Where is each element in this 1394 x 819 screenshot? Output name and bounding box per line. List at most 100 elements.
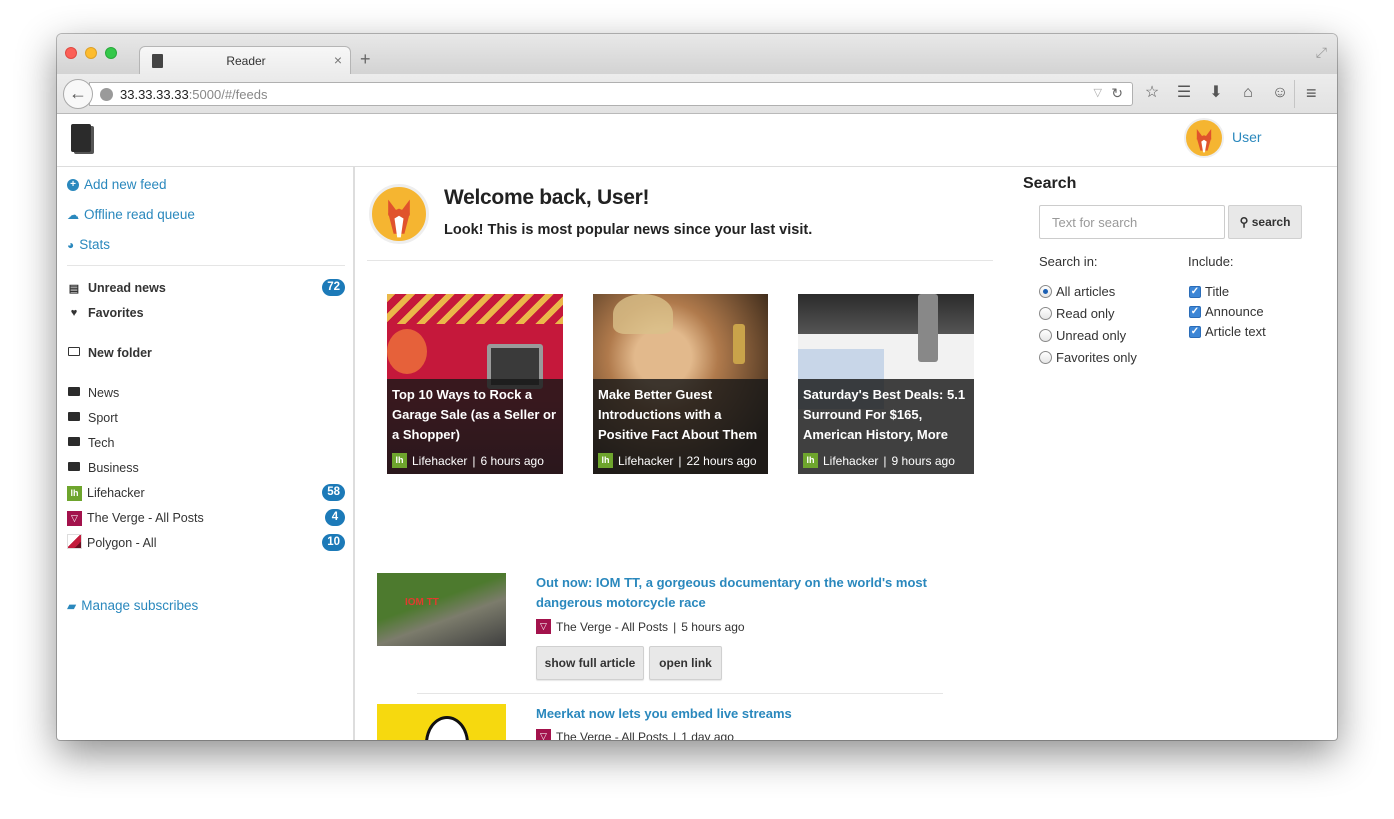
checkbox-title[interactable]: ✓ Title <box>1189 284 1229 299</box>
popular-card[interactable]: Saturday's Best Deals: 5.1 Surround For … <box>798 294 974 474</box>
sidebar-item-label: The Verge - All Posts <box>87 511 204 525</box>
radio-all-articles[interactable]: All articles <box>1039 284 1115 299</box>
sidebar-item-feed[interactable]: lh Lifehacker 58 <box>67 483 345 503</box>
stats-link[interactable]: ◕ Stats <box>67 237 110 252</box>
article-divider <box>417 693 943 694</box>
sidebar-item-folder[interactable]: Tech <box>67 433 345 453</box>
radio-read-only[interactable]: Read only <box>1039 306 1115 321</box>
fullscreen-icon[interactable]: ⤢ <box>1316 44 1327 61</box>
folder-icon <box>67 412 81 424</box>
welcome-heading: Welcome back, User! <box>444 186 650 209</box>
sidebar-item-feed[interactable]: Polygon - All 10 <box>67 533 345 553</box>
sidebar-item-label: Lifehacker <box>87 486 145 500</box>
newspaper-icon: ▤ <box>68 282 80 295</box>
browser-window: Reader × + ⤢ 33.33.33.33:5000/#/feeds ▽ … <box>57 34 1337 740</box>
open-link-button[interactable]: open link <box>649 646 722 680</box>
nav-divider <box>1294 80 1295 108</box>
sidebar-item-folder[interactable]: News <box>67 383 345 403</box>
back-button[interactable]: ← <box>63 79 93 109</box>
hamburger-menu-icon[interactable]: ≡ <box>1306 83 1317 104</box>
sidebar-item-favorites[interactable]: ♥ Favorites <box>67 303 345 323</box>
radio-favorites-only[interactable]: Favorites only <box>1039 350 1137 365</box>
article-thumbnail[interactable]: IOM TT <box>377 573 506 646</box>
sidebar-item-folder[interactable]: Business <box>67 458 345 478</box>
article-title-link[interactable]: Meerkat now lets you embed live streams <box>536 704 986 724</box>
search-button[interactable]: ⚲ search <box>1228 205 1302 239</box>
reload-icon[interactable]: ↻ <box>1111 85 1123 102</box>
sidebar-item-folder[interactable]: Sport <box>67 408 345 428</box>
window-close-button[interactable] <box>65 47 77 59</box>
feed-count-badge: 10 <box>322 534 345 551</box>
folder-icon <box>67 387 81 399</box>
user-menu-link[interactable]: User <box>1232 129 1262 145</box>
article-item: Meerkat now lets you embed live streams … <box>377 704 997 740</box>
search-input[interactable] <box>1039 205 1225 239</box>
article-title-link[interactable]: Out now: IOM TT, a gorgeous documentary … <box>536 573 986 613</box>
article-thumbnail[interactable] <box>377 704 506 740</box>
manage-subscribes-link[interactable]: ▰ Manage subscribes <box>67 598 198 613</box>
tab-close-icon[interactable]: × <box>334 52 342 68</box>
feed-count-badge: 4 <box>325 509 345 526</box>
card-source: Lifehacker <box>412 453 468 468</box>
url-dropdown-icon[interactable]: ▽ <box>1094 86 1102 99</box>
card-source: Lifehacker <box>823 453 879 468</box>
lifehacker-icon: lh <box>803 453 818 468</box>
card-time: 9 hours ago <box>891 453 955 468</box>
radio-button[interactable] <box>1039 307 1052 320</box>
browser-tab[interactable]: Reader × <box>139 46 351 75</box>
main-content: Welcome back, User! Look! This is most p… <box>357 167 1007 740</box>
sidebar-item-feed[interactable]: ▽ The Verge - All Posts 4 <box>67 508 345 528</box>
sidebar-item-label: New folder <box>88 346 152 360</box>
home-icon[interactable]: ⌂ <box>1238 83 1258 103</box>
card-title[interactable]: Make Better Guest Introductions with a P… <box>598 385 763 445</box>
chat-icon[interactable]: ☺ <box>1270 83 1290 103</box>
title-bar: Reader × + ⤢ <box>57 34 1337 75</box>
sidebar: + Add new feed ☁ Offline read queue ◕ St… <box>57 167 355 740</box>
sidebar-item-label: Business <box>88 461 139 475</box>
search-icon: ⚲ <box>1239 215 1249 229</box>
sidebar-item-unread[interactable]: ▤ Unread news 72 <box>67 278 345 298</box>
sidebar-item-label: Sport <box>88 411 118 425</box>
bookmark-star-icon[interactable]: ☆ <box>1142 83 1162 103</box>
book-icon: ▰ <box>67 598 77 613</box>
radio-button[interactable] <box>1039 329 1052 342</box>
card-title[interactable]: Top 10 Ways to Rock a Garage Sale (as a … <box>392 385 558 445</box>
add-feed-label: Add new feed <box>84 177 167 192</box>
show-full-article-button[interactable]: show full article <box>536 646 644 680</box>
fox-icon <box>388 199 410 238</box>
card-source: Lifehacker <box>618 453 674 468</box>
checkbox-announce[interactable]: ✓ Announce <box>1189 304 1264 319</box>
verge-icon: ▽ <box>536 729 551 740</box>
window-maximize-button[interactable] <box>105 47 117 59</box>
user-avatar[interactable] <box>1184 118 1224 158</box>
checkbox[interactable]: ✓ <box>1189 285 1201 298</box>
popular-card[interactable]: Make Better Guest Introductions with a P… <box>593 294 768 474</box>
thumb-label: IOM TT <box>405 597 439 608</box>
popular-card[interactable]: Top 10 Ways to Rock a Garage Sale (as a … <box>387 294 563 474</box>
logo-book-icon[interactable] <box>71 124 91 152</box>
sidebar-item-label: Tech <box>88 436 115 450</box>
reading-list-icon[interactable]: ☰ <box>1174 83 1194 103</box>
window-minimize-button[interactable] <box>85 47 97 59</box>
offline-queue-link[interactable]: ☁ Offline read queue <box>67 207 195 222</box>
add-feed-link[interactable]: + Add new feed <box>67 177 167 192</box>
radio-button[interactable] <box>1039 285 1052 298</box>
checkbox[interactable]: ✓ <box>1189 325 1201 338</box>
card-title[interactable]: Saturday's Best Deals: 5.1 Surround For … <box>803 385 969 445</box>
folder-open-icon <box>67 347 81 359</box>
polygon-icon <box>67 534 82 552</box>
sidebar-item-new-folder[interactable]: New folder <box>67 343 345 363</box>
pie-chart-icon: ◕ <box>67 237 75 252</box>
checkbox[interactable]: ✓ <box>1189 305 1201 318</box>
folder-icon <box>67 462 81 474</box>
verge-icon: ▽ <box>536 619 551 634</box>
download-icon[interactable]: ⬇ <box>1206 83 1226 103</box>
lifehacker-icon: lh <box>598 453 613 468</box>
radio-unread-only[interactable]: Unread only <box>1039 328 1126 343</box>
checkbox-article-text[interactable]: ✓ Article text <box>1189 324 1266 339</box>
new-tab-button[interactable]: + <box>360 50 371 68</box>
url-text[interactable]: 33.33.33.33:5000/#/feeds <box>120 87 267 102</box>
cloud-download-icon: ☁ <box>67 207 79 222</box>
url-bar[interactable]: 33.33.33.33:5000/#/feeds ▽ ↻ <box>89 82 1133 106</box>
radio-button[interactable] <box>1039 351 1052 364</box>
